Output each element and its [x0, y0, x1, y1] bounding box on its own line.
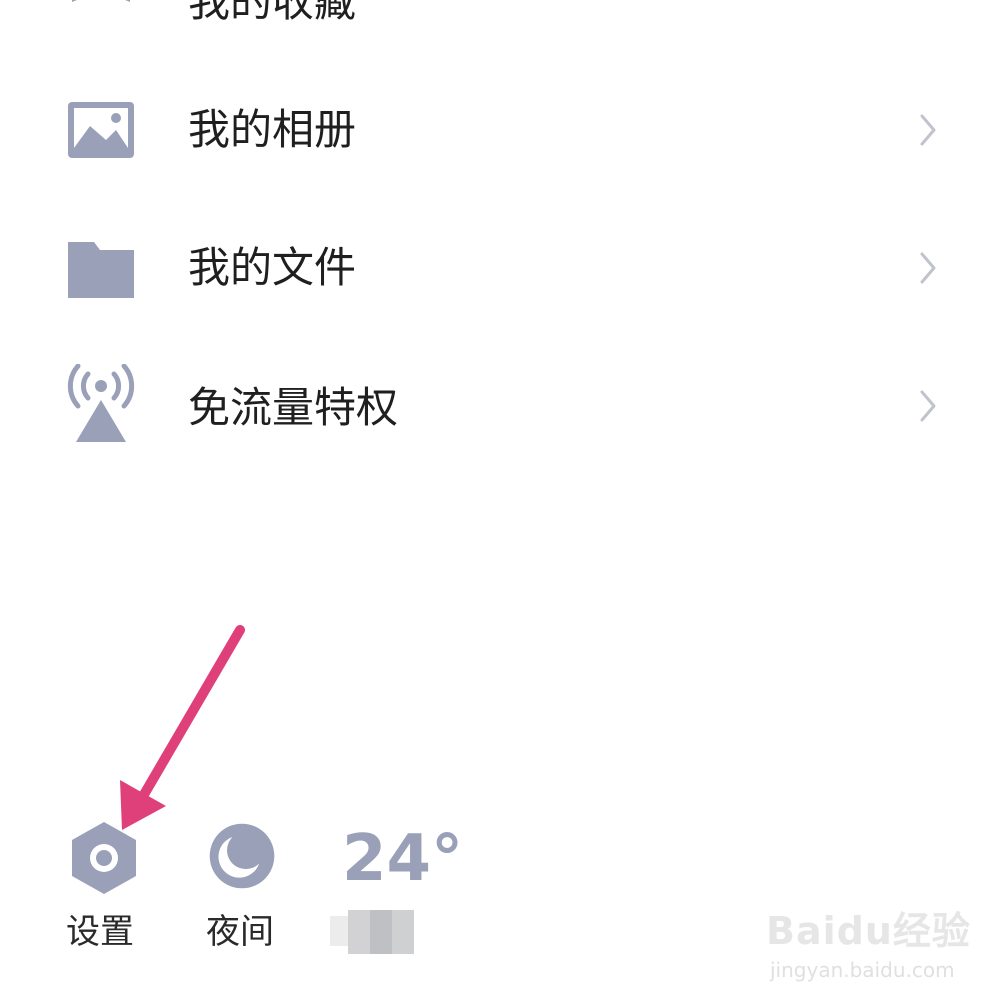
menu-item-favorites[interactable]: 我的收藏 [0, 0, 1000, 60]
settings-label: 设置 [66, 912, 134, 952]
menu-item-free-data[interactable]: 免流量特权 [0, 346, 1000, 466]
menu-item-label: 我的相册 [188, 105, 357, 154]
menu-item-label: 我的文件 [188, 243, 357, 292]
annotation-arrow [120, 625, 245, 830]
weather-temperature[interactable]: 24° [342, 822, 463, 896]
image-icon [68, 102, 134, 158]
signal-tower-icon [67, 364, 135, 442]
watermark-logo: Baidu经验 [766, 909, 971, 953]
folder-icon [68, 242, 134, 298]
watermark-url: jingyan.baidu.com [770, 958, 955, 982]
gear-icon [72, 822, 136, 894]
night-mode-button[interactable]: 夜间 [198, 818, 288, 958]
moon-icon [209, 823, 275, 889]
menu-item-label: 免流量特权 [188, 383, 399, 432]
menu-item-files[interactable]: 我的文件 [0, 208, 1000, 328]
settings-button[interactable]: 设置 [60, 818, 150, 958]
night-mode-label: 夜间 [206, 912, 274, 952]
menu-item-label: 我的收藏 [188, 0, 357, 26]
chevron-right-icon [920, 114, 936, 146]
chevron-right-icon [920, 390, 936, 422]
bookmark-icon [72, 0, 130, 2]
baidu-watermark: Baidu经验 jingyan.baidu.com [766, 908, 970, 988]
menu-item-album[interactable]: 我的相册 [0, 70, 1000, 190]
weather-location-blurred [330, 908, 430, 956]
chevron-right-icon [920, 252, 936, 284]
